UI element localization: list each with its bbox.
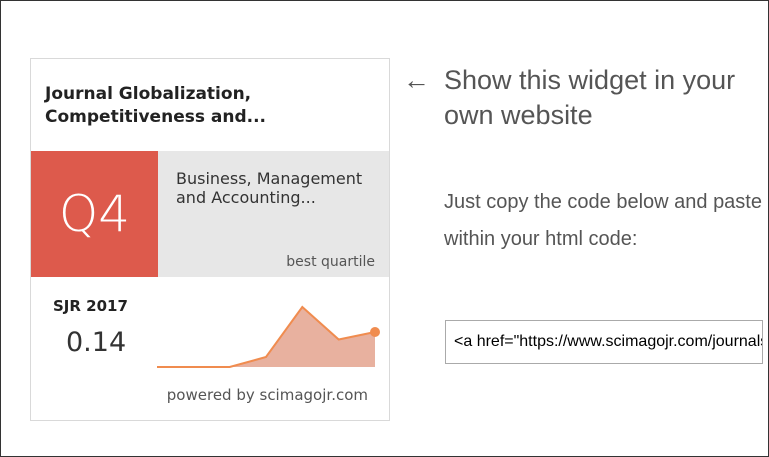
powered-by-link[interactable]: powered by scimagojr.com xyxy=(167,386,368,404)
subject-category: Business, Management and Accounting... xyxy=(176,169,363,207)
page-frame: Journal Globalization, Competitiveness a… xyxy=(0,0,769,457)
sjr-label: SJR 2017 xyxy=(53,297,128,315)
sjr-value: 0.14 xyxy=(66,327,127,358)
chart-last-point xyxy=(370,327,380,337)
best-quartile-label: best quartile xyxy=(286,254,375,270)
journal-title[interactable]: Journal Globalization, Competitiveness a… xyxy=(45,83,345,129)
quartile-badge: Q4 xyxy=(31,151,158,277)
arrow-left-icon: ← xyxy=(403,65,430,95)
quartile-row: Q4 Business, Management and Accounting..… xyxy=(31,151,389,277)
show-widget-heading: Show this widget in your own website xyxy=(444,65,736,130)
quartile-info: Business, Management and Accounting... b… xyxy=(158,151,389,277)
sjr-trend-chart xyxy=(157,305,380,368)
sjr-widget[interactable]: Journal Globalization, Competitiveness a… xyxy=(30,58,390,421)
copy-instructions: Just copy the code below and paste withi… xyxy=(444,191,762,250)
embed-code-field[interactable] xyxy=(445,320,763,364)
